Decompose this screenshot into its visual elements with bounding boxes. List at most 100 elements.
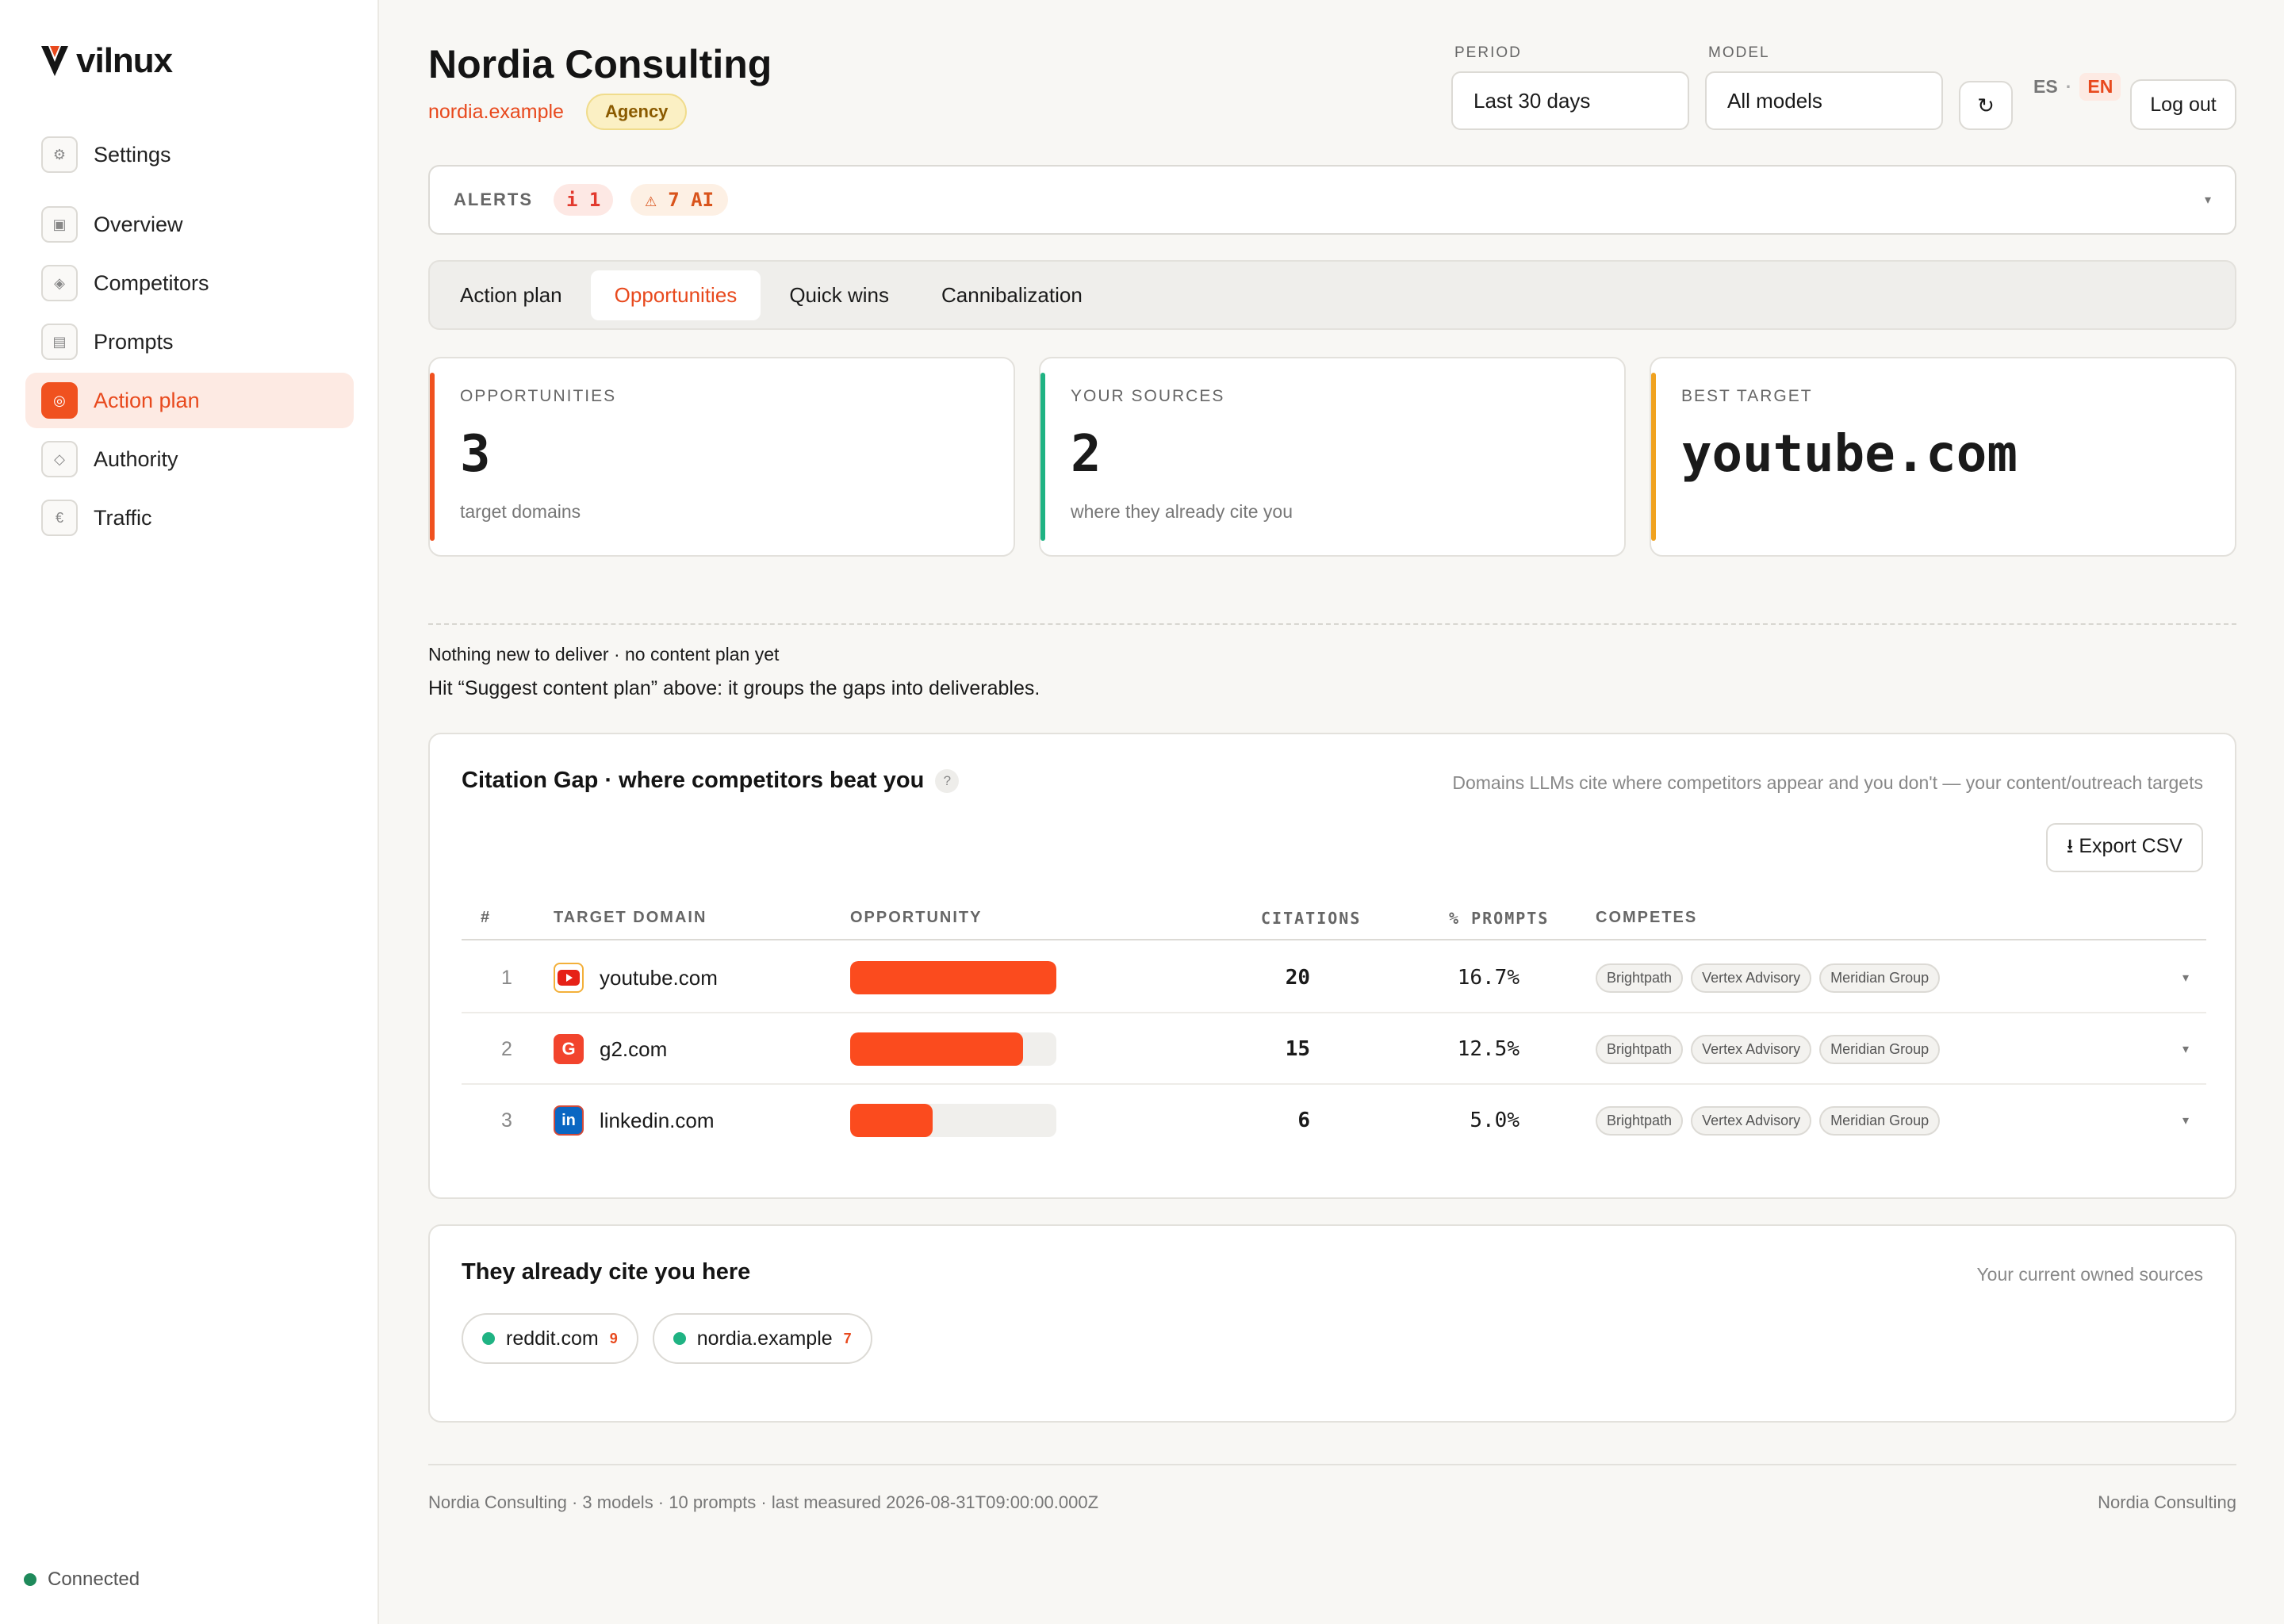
- empty-state-title: Nothing new to deliver · no content plan…: [428, 644, 780, 665]
- owned-source-chip[interactable]: reddit.com 9: [462, 1313, 638, 1364]
- competitor-chip: Brightpath: [1596, 963, 1684, 993]
- sidebar-item-label: Traffic: [94, 505, 152, 530]
- column-header-competes: COMPETES: [1596, 909, 1698, 926]
- kpi-accent-bar: [430, 373, 435, 541]
- brand-logo[interactable]: vilnux: [40, 41, 173, 81]
- row-domain[interactable]: G g2.com: [554, 1013, 667, 1085]
- row-domain[interactable]: in linkedin.com: [554, 1085, 715, 1156]
- kpi-cards: OPPORTUNITIES 3 target domains YOUR SOUR…: [428, 357, 2236, 557]
- kpi-label: OPPORTUNITIES: [460, 387, 617, 405]
- sidebar-item-label: Action plan: [94, 388, 200, 412]
- page-subtitle-row: nordia.example Agency: [428, 94, 688, 130]
- period-select[interactable]: Last 30 days: [1451, 71, 1689, 130]
- lang-es-button[interactable]: ES: [2033, 76, 2058, 98]
- competitor-chips: Brightpath Vertex Advisory Meridian Grou…: [1596, 1013, 1941, 1085]
- competitor-chip: Vertex Advisory: [1691, 1105, 1812, 1136]
- owned-source-chip[interactable]: nordia.example 7: [652, 1313, 872, 1364]
- kpi-label: YOUR SOURCES: [1071, 387, 1225, 405]
- kpi-label: BEST TARGET: [1681, 387, 1813, 405]
- connection-status: Connected: [24, 1568, 140, 1591]
- column-header-prompts: % PROMPTS: [1449, 909, 1550, 928]
- refresh-button[interactable]: ↻: [1959, 81, 2013, 130]
- competitor-chips: Brightpath Vertex Advisory Meridian Grou…: [1596, 942, 1941, 1013]
- competitor-chip: Meridian Group: [1819, 1034, 1941, 1064]
- g2-icon: G: [554, 1034, 584, 1064]
- client-domain-link[interactable]: nordia.example: [428, 101, 564, 124]
- tab-quick-wins[interactable]: Quick wins: [765, 270, 913, 320]
- column-header-domain: TARGET DOMAIN: [554, 909, 707, 926]
- row-rank: 3: [501, 1109, 512, 1132]
- sidebar-item-settings[interactable]: ⚙ Settings: [25, 127, 354, 182]
- warning-alert-badge[interactable]: ⚠ 7 AI: [630, 184, 729, 216]
- kpi-accent-bar: [1040, 373, 1045, 541]
- owned-source-domain: reddit.com: [506, 1327, 599, 1350]
- connection-status-label: Connected: [48, 1568, 140, 1590]
- competitor-chip: Vertex Advisory: [1691, 1034, 1812, 1064]
- row-rank: 1: [501, 966, 512, 989]
- sidebar-item-competitors[interactable]: ◈ Competitors: [25, 255, 354, 311]
- chevron-down-icon[interactable]: ▾: [2182, 1013, 2189, 1085]
- language-switcher: ES · EN: [2033, 73, 2121, 101]
- sidebar-item-action-plan[interactable]: ◎ Action plan: [25, 373, 354, 428]
- table-row[interactable]: 2 G g2.com 15 12.5% Brightpath Vertex Ad…: [462, 1013, 2206, 1085]
- alerts-bar[interactable]: ALERTS i 1 ⚠ 7 AI ▾: [428, 165, 2236, 235]
- kpi-note: where they already cite you: [1071, 501, 1293, 522]
- logo-mark-icon: [41, 46, 68, 76]
- citation-gap-title-text: Citation Gap · where competitors beat yo…: [462, 768, 925, 793]
- lang-separator: ·: [2065, 76, 2072, 97]
- chevron-down-icon[interactable]: ▾: [2182, 942, 2189, 1013]
- row-domain[interactable]: youtube.com: [554, 942, 718, 1013]
- kpi-accent-bar: [1651, 373, 1656, 541]
- sidebar-nav: ⚙ Settings ▣ Overview ◈ Competitors ▤ Pr…: [25, 127, 354, 549]
- export-csv-button[interactable]: ⭳ Export CSV: [2045, 823, 2203, 872]
- kpi-value: youtube.com: [1681, 425, 2018, 484]
- status-dot-icon: [482, 1332, 495, 1345]
- sidebar-item-traffic[interactable]: € Traffic: [25, 490, 354, 546]
- gear-icon: ⚙: [41, 136, 78, 173]
- row-domain-label: youtube.com: [600, 965, 718, 990]
- alerts-label: ALERTS: [454, 190, 533, 209]
- kpi-value: 3: [460, 425, 491, 484]
- competitor-chip: Brightpath: [1596, 1105, 1684, 1136]
- lang-en-button[interactable]: EN: [2079, 73, 2121, 101]
- owned-sources-hint: Your current owned sources: [1976, 1264, 2203, 1285]
- info-alert-badge[interactable]: i 1: [554, 184, 614, 216]
- owned-sources-card: They already cite you here Your current …: [428, 1224, 2236, 1423]
- sidebar: vilnux ⚙ Settings ▣ Overview ◈ Competito…: [0, 0, 379, 1624]
- diamond-outline-icon: ◇: [41, 441, 78, 477]
- sidebar-item-overview[interactable]: ▣ Overview: [25, 197, 354, 252]
- table-row[interactable]: 1 youtube.com 20 16.7% Brightpath Vertex…: [462, 942, 2206, 1013]
- column-header-opportunity: OPPORTUNITY: [850, 909, 983, 926]
- row-citations: 15: [1285, 1037, 1310, 1061]
- chevron-down-icon[interactable]: ▾: [2205, 192, 2211, 208]
- refresh-icon: ↻: [1977, 93, 1995, 117]
- sidebar-item-prompts[interactable]: ▤ Prompts: [25, 314, 354, 370]
- model-label: MODEL: [1708, 44, 1770, 61]
- tab-cannibalization[interactable]: Cannibalization: [918, 270, 1106, 320]
- model-select[interactable]: All models: [1705, 71, 1943, 130]
- brand-name: vilnux: [76, 41, 173, 80]
- citation-gap-title: Citation Gap · where competitors beat yo…: [462, 768, 960, 794]
- table-row[interactable]: 3 in linkedin.com 6 5.0% Brightpath Vert…: [462, 1085, 2206, 1156]
- footer-divider: [428, 1464, 2236, 1465]
- row-prompts-pct: 16.7%: [1457, 966, 1519, 990]
- owned-sources-title: They already cite you here: [462, 1259, 751, 1285]
- sidebar-item-label: Prompts: [94, 329, 174, 354]
- square-icon: ▣: [41, 206, 78, 243]
- main-content: Nordia Consulting nordia.example Agency …: [428, 0, 2236, 1624]
- column-header-rank: #: [481, 909, 492, 926]
- competitor-chip: Brightpath: [1596, 1034, 1684, 1064]
- help-icon[interactable]: ?: [935, 768, 960, 793]
- tab-action-plan[interactable]: Action plan: [436, 270, 586, 320]
- tab-opportunities[interactable]: Opportunities: [590, 270, 761, 320]
- row-citations: 20: [1285, 966, 1310, 990]
- status-dot-icon: [673, 1332, 686, 1345]
- section-divider: [428, 623, 2236, 625]
- row-rank: 2: [501, 1037, 512, 1060]
- owned-source-domain: nordia.example: [696, 1327, 833, 1350]
- sidebar-item-authority[interactable]: ◇ Authority: [25, 431, 354, 487]
- period-label: PERIOD: [1454, 44, 1522, 61]
- logout-button[interactable]: Log out: [2130, 79, 2236, 130]
- kpi-note: target domains: [460, 501, 581, 522]
- chevron-down-icon[interactable]: ▾: [2182, 1085, 2189, 1156]
